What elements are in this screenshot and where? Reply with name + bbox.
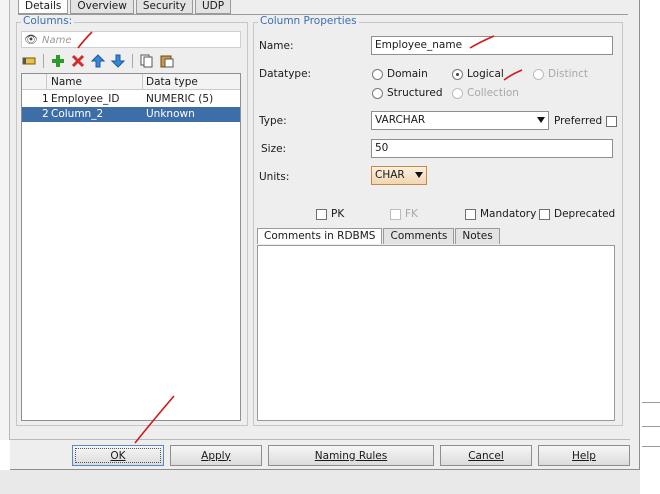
- annotation-marks: [77, 31, 523, 444]
- annotation-stroke-name: [469, 35, 495, 49]
- annotation-stroke-ok: [134, 395, 175, 444]
- annotation-stroke-toolbar: [77, 31, 93, 49]
- annotation-stroke-logical: [503, 69, 523, 81]
